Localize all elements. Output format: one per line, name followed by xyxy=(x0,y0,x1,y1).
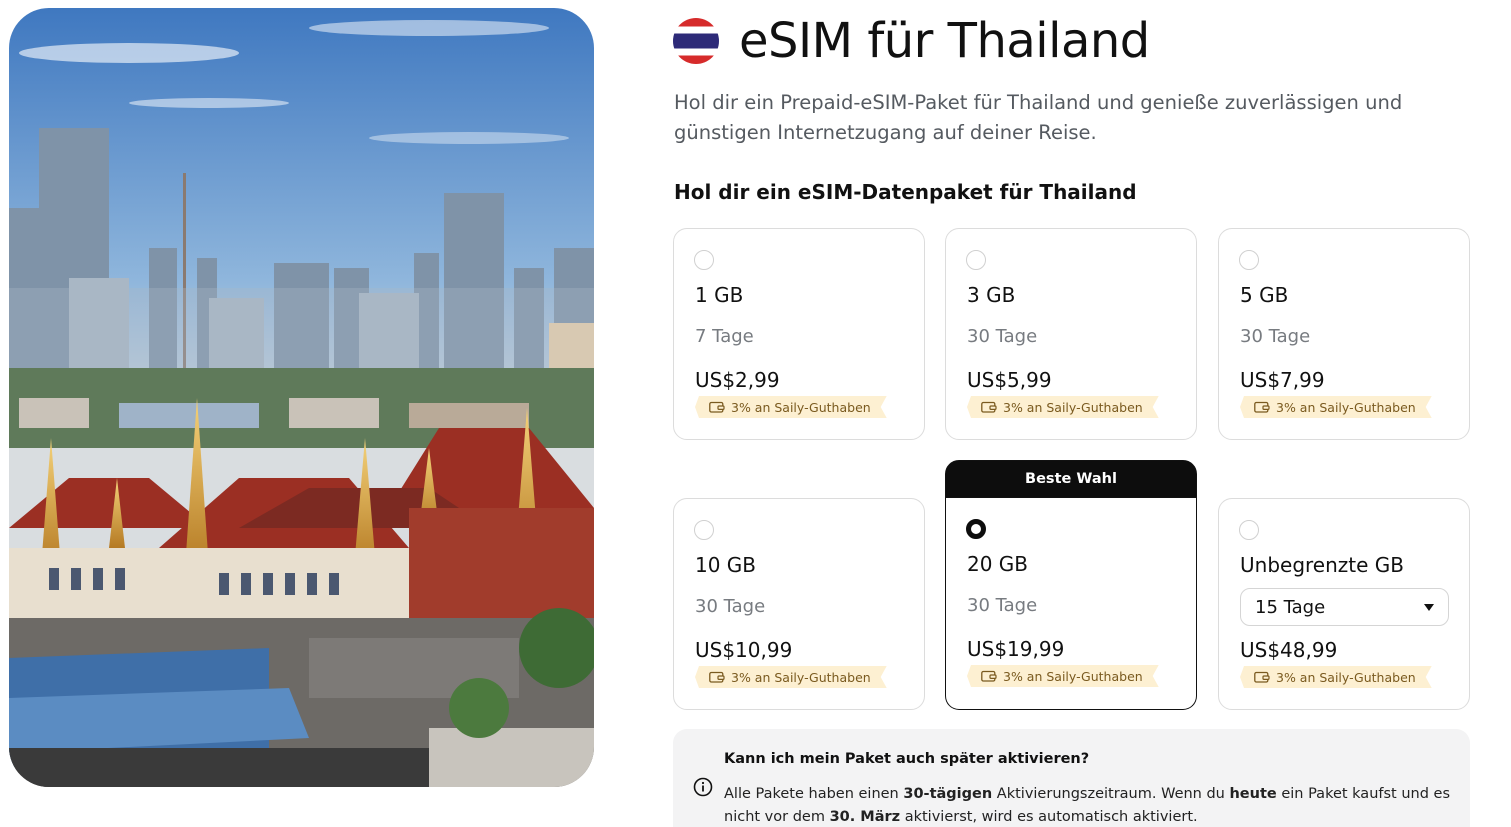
plan-duration: 30 Tage xyxy=(967,595,1038,616)
plan-card[interactable]: 3 GB 30 Tage US$5,99 3% an Saily-Guthaben xyxy=(945,228,1197,440)
credit-badge: 3% an Saily-Guthaben xyxy=(695,666,887,688)
plan-radio[interactable] xyxy=(694,250,714,270)
credit-text: 3% an Saily-Guthaben xyxy=(1276,669,1416,685)
bangkok-skyline-image xyxy=(9,8,594,787)
faq-answer-bold: 30. März xyxy=(829,809,901,825)
info-icon xyxy=(693,777,713,797)
plan-radio[interactable] xyxy=(966,250,986,270)
plan-radio[interactable] xyxy=(966,519,986,539)
plan-duration: 7 Tage xyxy=(695,326,754,347)
credit-text: 3% an Saily-Guthaben xyxy=(1003,668,1143,684)
plan-price: US$2,99 xyxy=(695,368,780,392)
plan-price: US$10,99 xyxy=(695,638,793,662)
plan-radio[interactable] xyxy=(1239,520,1259,540)
page-subtitle: Hol dir ein Prepaid-eSIM-Paket für Thail… xyxy=(674,91,1403,144)
plan-duration: 30 Tage xyxy=(967,326,1038,347)
thailand-flag-icon xyxy=(673,18,719,64)
faq-answer-text: Alle Pakete haben einen xyxy=(724,786,904,802)
plan-data-amount: 5 GB xyxy=(1240,283,1289,307)
plan-duration: 30 Tage xyxy=(695,596,766,617)
credit-text: 3% an Saily-Guthaben xyxy=(1003,399,1143,415)
wallet-icon xyxy=(709,671,725,683)
credit-text: 3% an Saily-Guthaben xyxy=(731,399,871,415)
credit-text: 3% an Saily-Guthaben xyxy=(731,669,871,685)
plan-card[interactable]: Unbegrenzte GB 15 Tage US$48,99 3% an Saily… xyxy=(1218,498,1470,710)
wallet-icon xyxy=(1254,401,1270,413)
credit-badge: 3% an Saily-Guthaben xyxy=(1240,666,1432,688)
faq-answer-text: aktivierst, wird es automatisch aktivier… xyxy=(900,809,1198,825)
plan-card[interactable]: 1 GB 7 Tage US$2,99 3% an Saily-Guthaben xyxy=(673,228,925,440)
faq-answer-bold: heute xyxy=(1229,786,1277,802)
faq-answer-text: Aktivierungszeitraum. Wenn du xyxy=(992,786,1230,802)
faq-question: Kann ich mein Paket auch später aktivier… xyxy=(724,751,1090,767)
plan-price: US$5,99 xyxy=(967,368,1052,392)
duration-select[interactable]: 15 Tage xyxy=(1240,588,1449,626)
plan-data-amount: 3 GB xyxy=(967,283,1016,307)
plan-duration: 30 Tage xyxy=(1240,326,1311,347)
credit-badge: 3% an Saily-Guthaben xyxy=(1240,396,1432,418)
wallet-icon xyxy=(981,401,997,413)
best-choice-badge: Beste Wahl xyxy=(945,460,1197,498)
faq-box: Kann ich mein Paket auch später aktivier… xyxy=(673,729,1470,827)
plan-data-amount: 1 GB xyxy=(695,283,744,307)
plan-card[interactable]: 10 GB 30 Tage US$10,99 3% an Saily-Guthaben xyxy=(673,498,925,710)
wallet-icon xyxy=(981,670,997,682)
page-title: eSIM für Thailand xyxy=(739,13,1150,69)
plan-card[interactable]: 20 GB 30 Tage US$19,99 3% an Saily-Guthaben xyxy=(945,498,1197,710)
plan-radio[interactable] xyxy=(694,520,714,540)
credit-badge: 3% an Saily-Guthaben xyxy=(967,396,1159,418)
hero-image xyxy=(9,8,594,787)
duration-select-value: 15 Tage xyxy=(1255,596,1326,618)
plan-data-amount: 10 GB xyxy=(695,553,757,577)
faq-answer: Alle Pakete haben einen 30-tägigen Aktiv… xyxy=(724,783,1454,827)
plan-price: US$48,99 xyxy=(1240,638,1338,662)
plan-price: US$19,99 xyxy=(967,637,1065,661)
credit-text: 3% an Saily-Guthaben xyxy=(1276,399,1416,415)
caret-down-icon xyxy=(1424,603,1434,611)
credit-badge: 3% an Saily-Guthaben xyxy=(967,665,1159,687)
plan-data-amount: 20 GB xyxy=(967,552,1029,576)
credit-badge: 3% an Saily-Guthaben xyxy=(695,396,887,418)
plan-data-amount: Unbegrenzte GB xyxy=(1240,553,1404,577)
section-title: Hol dir ein eSIM-Datenpaket für Thailand xyxy=(674,180,1137,204)
plan-card[interactable]: 5 GB 30 Tage US$7,99 3% an Saily-Guthaben xyxy=(1218,228,1470,440)
faq-answer-bold: 30-tägigen xyxy=(903,786,993,802)
wallet-icon xyxy=(709,401,725,413)
plan-radio[interactable] xyxy=(1239,250,1259,270)
wallet-icon xyxy=(1254,671,1270,683)
title-row: eSIM für Thailand xyxy=(673,14,1150,68)
plan-price: US$7,99 xyxy=(1240,368,1325,392)
